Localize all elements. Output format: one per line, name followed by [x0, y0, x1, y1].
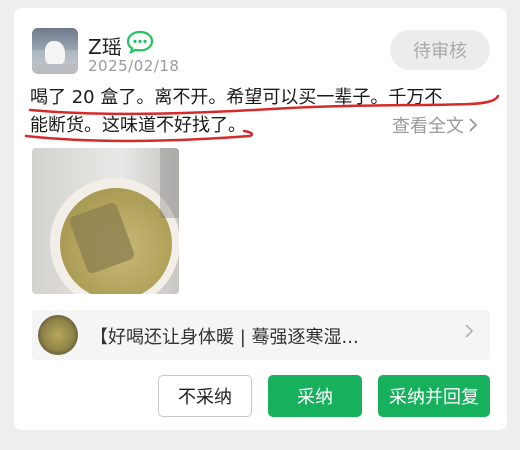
chat-bubble-icon[interactable] [126, 30, 154, 54]
tea-photo[interactable] [32, 148, 179, 294]
reject-button[interactable]: 不采纳 [158, 375, 252, 417]
status-pending-button[interactable]: 待审核 [390, 30, 490, 70]
avatar-ground [32, 64, 78, 74]
post-line-1: 喝了 20 盒了。离不开。希望可以买一辈子。千万不 [30, 87, 443, 108]
expand-full-text-link[interactable]: 查看全文 [392, 112, 478, 138]
chevron-right-icon [465, 324, 474, 338]
avatar[interactable] [32, 28, 78, 74]
product-link-card[interactable]: 【好喝还让身体暖 | 蓦强逐寒湿... [32, 310, 490, 360]
post-date: 2025/02/18 [88, 57, 180, 75]
photo-glass [160, 148, 179, 218]
link-title: 【好喝还让身体暖 | 蓦强逐寒湿... [90, 327, 359, 348]
expand-label: 查看全文 [392, 116, 464, 137]
username: Z瑶 [88, 35, 122, 59]
accept-button[interactable]: 采纳 [268, 375, 362, 417]
chevron-right-icon [469, 118, 478, 132]
avatar-horse [45, 41, 65, 65]
accept-and-reply-button[interactable]: 采纳并回复 [378, 375, 490, 417]
link-thumbnail [38, 315, 78, 355]
